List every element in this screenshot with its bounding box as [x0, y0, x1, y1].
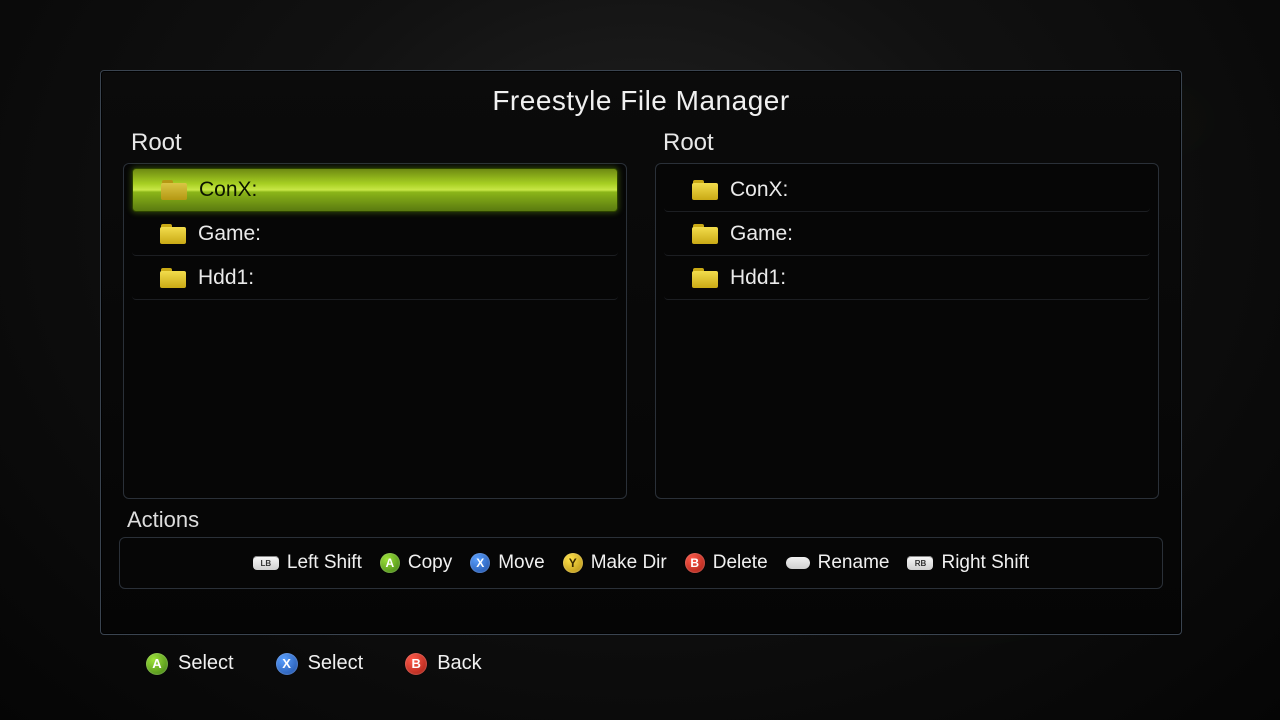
folder-icon	[160, 224, 186, 244]
global-hint[interactable]: B Back	[405, 652, 481, 675]
drive-label: Game:	[198, 222, 261, 246]
drive-row[interactable]: ConX:	[132, 168, 618, 212]
drive-row[interactable]: Game:	[664, 212, 1150, 256]
bumper-button-icon: LB	[253, 556, 279, 570]
file-manager-dialog: Freestyle File Manager Root ConX: Game: Hd…	[100, 70, 1182, 635]
action-hint-label: Rename	[818, 552, 890, 574]
drive-label: Hdd1:	[730, 266, 786, 290]
face-button-icon: A	[380, 553, 400, 573]
action-hint[interactable]: Y Make Dir	[563, 552, 667, 574]
folder-icon	[692, 224, 718, 244]
global-hint-label: Select	[308, 652, 364, 675]
folder-icon	[692, 180, 718, 200]
drive-row[interactable]: Hdd1:	[664, 256, 1150, 300]
face-button-icon: X	[470, 553, 490, 573]
drive-label: ConX:	[199, 178, 257, 202]
action-hint-label: Make Dir	[591, 552, 667, 574]
actions-heading: Actions	[127, 507, 1181, 533]
action-hint-label: Copy	[408, 552, 452, 574]
drive-row[interactable]: Hdd1:	[132, 256, 618, 300]
action-hint-label: Move	[498, 552, 544, 574]
action-hint[interactable]: B Delete	[685, 552, 768, 574]
left-panel-path: Root	[131, 129, 627, 157]
face-button-icon: B	[685, 553, 705, 573]
face-button-icon: Y	[563, 553, 583, 573]
right-panel-path: Root	[663, 129, 1159, 157]
folder-icon	[160, 268, 186, 288]
folder-icon	[692, 268, 718, 288]
action-hint[interactable]: Rename	[786, 552, 890, 574]
back-button-icon	[786, 557, 810, 569]
right-panel-list[interactable]: ConX: Game: Hdd1:	[655, 163, 1159, 499]
action-hint-label: Delete	[713, 552, 768, 574]
actions-bar: LB Left Shift A Copy X Move Y Make Dir B Delete Re…	[119, 537, 1163, 589]
global-button-hints: A Select X Select B Back	[146, 652, 482, 675]
global-hint[interactable]: X Select	[276, 652, 364, 675]
drive-row[interactable]: Game:	[132, 212, 618, 256]
dual-panel-container: Root ConX: Game: Hdd1: Root ConX: Game: Hdd1…	[101, 127, 1181, 499]
left-panel: Root ConX: Game: Hdd1:	[123, 127, 627, 499]
action-hint-label: Left Shift	[287, 552, 362, 574]
folder-icon	[161, 180, 187, 200]
drive-label: Hdd1:	[198, 266, 254, 290]
drive-row[interactable]: ConX:	[664, 168, 1150, 212]
action-hint-label: Right Shift	[941, 552, 1029, 574]
dialog-title: Freestyle File Manager	[101, 71, 1181, 127]
face-button-icon: A	[146, 653, 168, 675]
global-hint-label: Back	[437, 652, 481, 675]
drive-label: ConX:	[730, 178, 788, 202]
face-button-icon: X	[276, 653, 298, 675]
action-hint[interactable]: X Move	[470, 552, 544, 574]
right-panel: Root ConX: Game: Hdd1:	[655, 127, 1159, 499]
face-button-icon: B	[405, 653, 427, 675]
global-hint-label: Select	[178, 652, 234, 675]
action-hint[interactable]: A Copy	[380, 552, 452, 574]
bumper-button-icon: RB	[907, 556, 933, 570]
action-hint[interactable]: LB Left Shift	[253, 552, 362, 574]
left-panel-list[interactable]: ConX: Game: Hdd1:	[123, 163, 627, 499]
action-hint[interactable]: RB Right Shift	[907, 552, 1029, 574]
drive-label: Game:	[730, 222, 793, 246]
global-hint[interactable]: A Select	[146, 652, 234, 675]
